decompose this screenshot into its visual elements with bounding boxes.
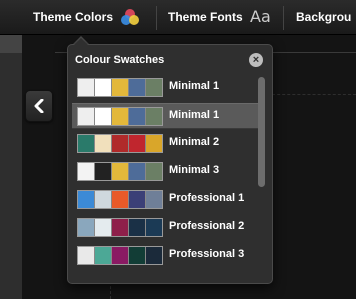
background-button[interactable]: Backgrou [296,0,351,34]
swatch-item[interactable]: Professional 2 [72,215,258,239]
swatch-colors [77,190,163,209]
swatch-color [78,219,94,236]
swatch-item[interactable]: Professional 3 [72,243,258,267]
swatch-item[interactable]: Minimal 1 [72,75,258,99]
swatch-color [129,219,145,236]
swatch-color [78,247,94,264]
swatch-color [129,191,145,208]
swatch-item[interactable]: Minimal 3 [72,159,258,183]
swatch-color [95,191,111,208]
swatch-color [95,108,111,125]
swatch-color [112,79,128,96]
swatch-item-label: Professional 3 [169,248,245,260]
canvas-guide-line [262,94,356,95]
swatch-color [95,163,111,180]
swatch-color [129,79,145,96]
chevron-left-icon [34,99,44,113]
theme-fonts-label: Theme Fonts [168,10,243,24]
swatch-color [146,79,162,96]
theme-colors-button[interactable]: Theme Colors [33,0,113,34]
swatch-color [112,135,128,152]
close-icon: × [252,54,260,66]
swatch-color [78,135,94,152]
fonts-icon: Aa [250,7,271,26]
swatch-item-label: Minimal 1 [169,80,220,92]
swatch-color [146,247,162,264]
swatch-color [112,163,128,180]
swatch-color [95,135,111,152]
left-sidebar [0,35,22,299]
swatch-color [129,163,145,180]
swatch-color [95,219,111,236]
swatch-item[interactable]: Minimal 2 [72,131,258,155]
swatch-colors [77,162,163,181]
swatch-color [129,247,145,264]
theme-fonts-button[interactable]: Theme Fonts [168,0,243,34]
toolbar-separator [283,6,284,30]
swatch-colors [77,246,163,265]
swatch-color [146,108,162,125]
swatch-color [78,108,94,125]
popover-arrow-fill [74,38,88,45]
top-toolbar: Theme Colors Theme Fonts Aa Backgrou [0,0,356,35]
swatch-color [146,219,162,236]
collapse-sidebar-button[interactable] [25,90,53,122]
toolbar-separator [156,6,157,30]
close-button[interactable]: × [249,53,263,67]
swatch-item[interactable]: Professional 1 [72,187,258,211]
swatch-color [129,108,145,125]
swatch-color [112,108,128,125]
colour-swatches-popover: Colour Swatches × Minimal 1 Minimal 1 Mini… [67,44,273,284]
swatch-item-label: Minimal 3 [169,164,220,176]
swatch-list: Minimal 1 Minimal 1 Minimal 2 Minimal 3 Prof… [72,75,258,279]
swatch-color [95,247,111,264]
swatch-color [146,135,162,152]
swatch-color [129,135,145,152]
swatch-color [95,79,111,96]
swatch-color [78,79,94,96]
swatch-color [112,219,128,236]
swatch-item-label: Professional 2 [169,220,245,232]
swatch-colors [77,134,163,153]
swatch-item-label: Professional 1 [169,192,245,204]
swatch-color [112,191,128,208]
background-label: Backgrou [296,10,352,24]
swatch-item-label: Minimal 1 [169,109,220,121]
swatch-item[interactable]: Minimal 1 [72,103,258,129]
swatch-colors [77,78,163,97]
theme-colors-label: Theme Colors [33,10,114,24]
swatch-color [146,163,162,180]
swatch-colors [77,107,163,126]
sidebar-header-band [0,35,22,53]
color-wheel-icon [121,9,139,25]
swatch-color [112,247,128,264]
scrollbar-thumb[interactable] [258,77,265,187]
swatch-color [78,163,94,180]
swatch-color [78,191,94,208]
swatch-item-label: Minimal 2 [169,136,220,148]
swatch-colors [77,218,163,237]
popover-title: Colour Swatches [75,54,165,66]
swatch-color [146,191,162,208]
